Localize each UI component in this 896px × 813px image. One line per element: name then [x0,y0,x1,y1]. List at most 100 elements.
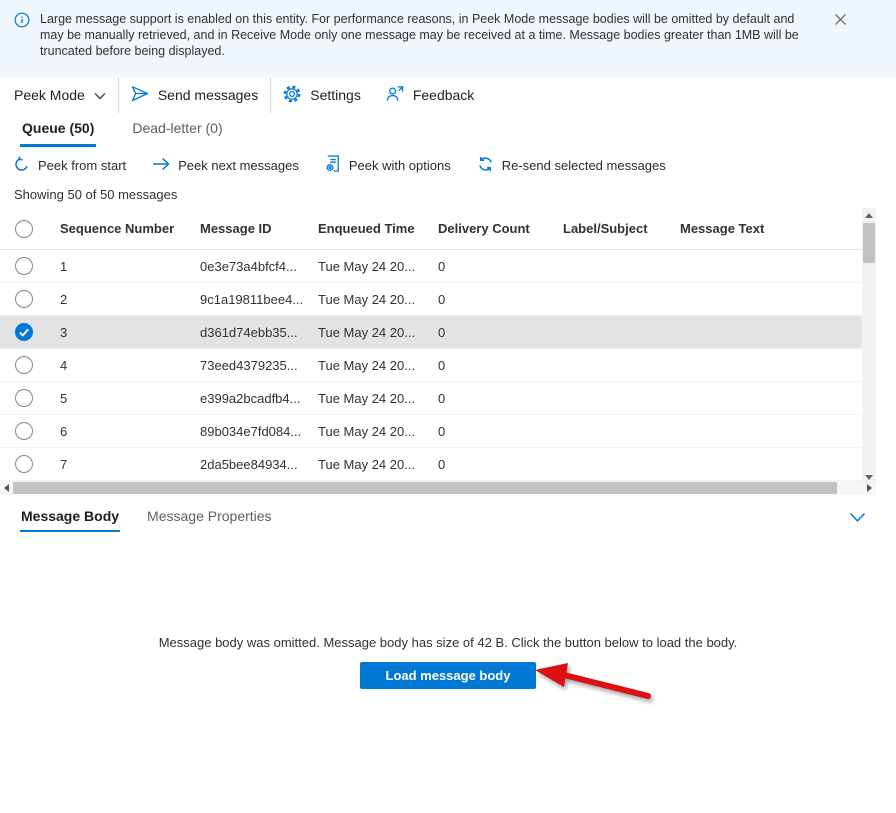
table-row[interactable]: 4 73eed4379235... Tue May 24 20... 0 [0,349,876,382]
tab-message-body[interactable]: Message Body [20,503,120,532]
cell-delivery-count: 0 [426,457,551,472]
tab-message-properties[interactable]: Message Properties [146,503,273,530]
scroll-left-arrow-icon[interactable] [0,484,12,492]
chevron-down-icon [94,87,106,103]
banner-message: Large message support is enabled on this… [40,11,820,59]
refresh-icon [477,156,494,175]
table-row[interactable]: 6 89b034e7fd084... Tue May 24 20... 0 [0,415,876,448]
col-delivery-count[interactable]: Delivery Count [426,221,551,236]
info-icon [14,12,30,31]
peek-mode-label: Peek Mode [14,87,85,103]
col-sequence-number[interactable]: Sequence Number [48,221,188,236]
annotation-arrow [534,658,652,706]
send-icon [131,85,149,105]
message-body-panel: Message body was omitted. Message body h… [0,635,896,813]
peek-next-messages-label: Peek next messages [178,158,299,173]
status-text: Showing 50 of 50 messages [0,181,896,208]
tab-queue[interactable]: Queue (50) [20,113,96,147]
command-bar: Peek from start Peek next messages Peek … [0,149,896,181]
vertical-scrollbar[interactable] [862,208,876,484]
scroll-down-arrow-icon[interactable] [862,470,876,484]
send-messages-label: Send messages [158,87,258,103]
cell-enqueued-time: Tue May 24 20... [306,457,426,472]
cell-sequence-number: 1 [48,259,188,274]
cell-message-id: d361d74ebb35... [188,325,306,340]
col-message-text[interactable]: Message Text [668,221,876,236]
table-row[interactable]: 2 9c1a19811bee4... Tue May 24 20... 0 [0,283,876,316]
cell-sequence-number: 4 [48,358,188,373]
detail-tabs: Message Body Message Properties [0,503,896,535]
scroll-right-arrow-icon[interactable] [863,484,875,492]
cell-sequence-number: 3 [48,325,188,340]
peek-from-start-button[interactable]: Peek from start [14,156,126,175]
cell-delivery-count: 0 [426,358,551,373]
horizontal-scrollbar-thumb[interactable] [13,482,837,494]
col-label-subject[interactable]: Label/Subject [551,221,668,236]
row-radio[interactable] [15,356,33,374]
entity-tabs: Queue (50) Dead-letter (0) [0,113,896,149]
peek-mode-dropdown[interactable]: Peek Mode [0,77,118,113]
arrow-right-icon [152,157,170,174]
document-gear-icon [325,155,341,175]
table-row[interactable]: 7 2da5bee84934... Tue May 24 20... 0 [0,448,876,481]
info-banner: Large message support is enabled on this… [0,0,896,77]
cell-sequence-number: 2 [48,292,188,307]
select-all-radio[interactable] [15,220,33,238]
peek-next-messages-button[interactable]: Peek next messages [152,157,299,174]
cell-message-id: e399a2bcadfb4... [188,391,306,406]
peek-from-start-icon [14,156,30,175]
col-message-id[interactable]: Message ID [188,221,306,236]
peek-from-start-label: Peek from start [38,158,126,173]
cell-message-id: 2da5bee84934... [188,457,306,472]
close-icon[interactable] [834,13,847,29]
feedback-label: Feedback [413,87,474,103]
toolbar: Peek Mode Send messages Settings [0,77,896,113]
row-radio[interactable] [15,257,33,275]
cell-message-id: 9c1a19811bee4... [188,292,306,307]
table-row[interactable]: 1 0e3e73a4bfcf4... Tue May 24 20... 0 [0,250,876,283]
load-message-body-button[interactable]: Load message body [360,662,537,689]
feedback-icon [385,85,404,105]
messages-table: Sequence Number Message ID Enqueued Time… [0,208,896,495]
col-enqueued-time[interactable]: Enqueued Time [306,221,426,236]
cell-message-id: 73eed4379235... [188,358,306,373]
collapse-chevron-icon[interactable] [849,511,866,526]
cell-sequence-number: 7 [48,457,188,472]
cell-delivery-count: 0 [426,259,551,274]
row-radio[interactable] [15,455,33,473]
cell-delivery-count: 0 [426,325,551,340]
horizontal-scrollbar[interactable] [0,481,876,495]
resend-selected-messages-button[interactable]: Re-send selected messages [477,156,666,175]
row-radio[interactable] [15,422,33,440]
vertical-scrollbar-thumb[interactable] [863,223,875,263]
cell-delivery-count: 0 [426,391,551,406]
cell-delivery-count: 0 [426,292,551,307]
resend-selected-messages-label: Re-send selected messages [502,158,666,173]
cell-delivery-count: 0 [426,424,551,439]
table-row[interactable]: 5 e399a2bcadfb4... Tue May 24 20... 0 [0,382,876,415]
cell-enqueued-time: Tue May 24 20... [306,259,426,274]
scroll-up-arrow-icon[interactable] [862,208,876,222]
cell-enqueued-time: Tue May 24 20... [306,325,426,340]
settings-button[interactable]: Settings [271,77,373,113]
table-header: Sequence Number Message ID Enqueued Time… [0,208,876,250]
tab-dead-letter[interactable]: Dead-letter (0) [130,113,224,144]
cell-message-id: 0e3e73a4bfcf4... [188,259,306,274]
cell-enqueued-time: Tue May 24 20... [306,358,426,373]
cell-sequence-number: 6 [48,424,188,439]
cell-message-id: 89b034e7fd084... [188,424,306,439]
cell-enqueued-time: Tue May 24 20... [306,292,426,307]
peek-with-options-button[interactable]: Peek with options [325,155,451,175]
settings-label: Settings [310,87,361,103]
table-row-selected[interactable]: 3 d361d74ebb35... Tue May 24 20... 0 [0,316,876,349]
row-radio-checked-icon[interactable] [15,323,33,341]
row-radio[interactable] [15,290,33,308]
feedback-button[interactable]: Feedback [373,77,486,113]
send-messages-button[interactable]: Send messages [119,77,270,113]
cell-sequence-number: 5 [48,391,188,406]
row-radio[interactable] [15,389,33,407]
gear-icon [283,85,301,106]
cell-enqueued-time: Tue May 24 20... [306,424,426,439]
body-omitted-notice: Message body was omitted. Message body h… [0,635,896,650]
cell-enqueued-time: Tue May 24 20... [306,391,426,406]
